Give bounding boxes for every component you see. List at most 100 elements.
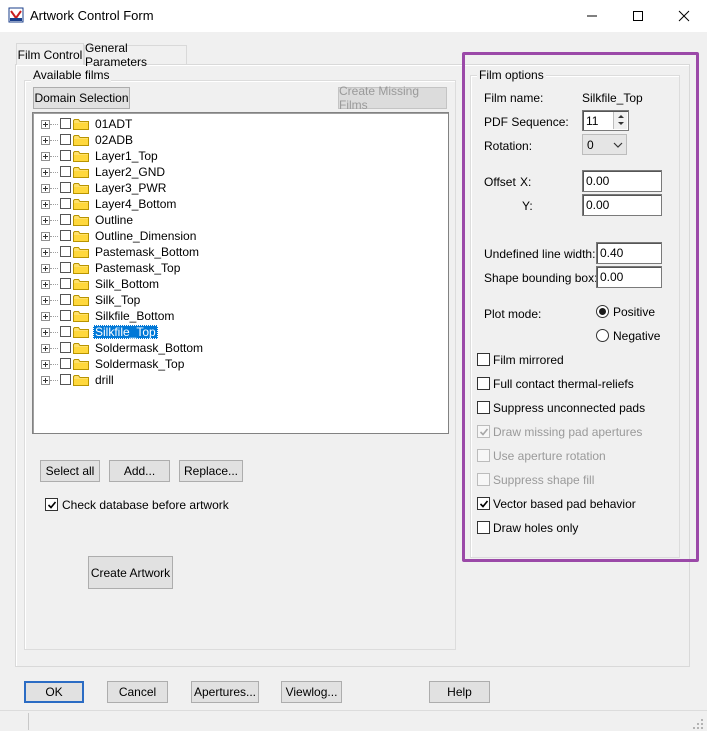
tree-connector bbox=[50, 220, 58, 221]
folder-icon bbox=[73, 166, 89, 178]
folder-icon bbox=[73, 134, 89, 146]
available-films-label: Available films bbox=[31, 68, 112, 82]
film-label: 02ADB bbox=[95, 133, 134, 147]
films-tree[interactable]: 01ADT 02ADB Layer1_Top Layer2_GND Layer3_PWR… bbox=[32, 112, 449, 434]
folder-icon bbox=[73, 198, 89, 210]
film-tree-item[interactable]: Soldermask_Top bbox=[33, 356, 433, 372]
film-checkbox[interactable] bbox=[60, 374, 71, 385]
check-database-label: Check database before artwork bbox=[62, 498, 229, 512]
tree-connector bbox=[50, 300, 58, 301]
film-checkbox[interactable] bbox=[60, 214, 71, 225]
film-checkbox[interactable] bbox=[60, 294, 71, 305]
viewlog-button[interactable]: Viewlog... bbox=[281, 681, 342, 703]
maximize-button[interactable] bbox=[615, 0, 661, 32]
replace-button[interactable]: Replace... bbox=[179, 460, 243, 482]
folder-icon bbox=[73, 374, 89, 386]
film-checkbox[interactable] bbox=[60, 134, 71, 145]
expand-icon[interactable] bbox=[41, 280, 50, 289]
resize-grip-icon[interactable] bbox=[692, 718, 704, 730]
folder-icon bbox=[73, 294, 89, 306]
expand-icon[interactable] bbox=[41, 120, 50, 129]
create-missing-films-button[interactable]: Create Missing Films bbox=[338, 84, 447, 112]
film-tree-item[interactable]: Layer1_Top bbox=[33, 148, 433, 164]
film-label: Silkfile_Bottom bbox=[95, 309, 175, 323]
help-button[interactable]: Help bbox=[429, 681, 490, 703]
film-tree-item[interactable]: Soldermask_Bottom bbox=[33, 340, 433, 356]
film-tree-item[interactable]: 01ADT bbox=[33, 116, 433, 132]
folder-icon bbox=[73, 150, 89, 162]
film-tree-item[interactable]: Layer4_Bottom bbox=[33, 196, 433, 212]
film-tree-item[interactable]: Outline bbox=[33, 212, 433, 228]
film-checkbox[interactable] bbox=[60, 246, 71, 257]
film-checkbox[interactable] bbox=[60, 198, 71, 209]
expand-icon[interactable] bbox=[41, 200, 50, 209]
folder-icon bbox=[73, 182, 89, 194]
status-bar-divider bbox=[28, 713, 29, 730]
folder-icon bbox=[73, 246, 89, 258]
film-tree-item[interactable]: Layer3_PWR bbox=[33, 180, 433, 196]
close-button[interactable] bbox=[661, 0, 707, 32]
film-checkbox[interactable] bbox=[60, 262, 71, 273]
film-label: Layer1_Top bbox=[95, 149, 158, 163]
check-database-checkbox[interactable] bbox=[45, 498, 58, 511]
tab-general-parameters[interactable]: General Parameters bbox=[84, 41, 187, 69]
film-tree-item[interactable]: Silk_Top bbox=[33, 292, 433, 308]
film-checkbox[interactable] bbox=[60, 358, 71, 369]
film-label: Pastemask_Bottom bbox=[95, 245, 200, 259]
cancel-button[interactable]: Cancel bbox=[107, 681, 168, 703]
film-tree-item[interactable]: Silkfile_Top bbox=[33, 324, 433, 340]
expand-icon[interactable] bbox=[41, 344, 50, 353]
film-checkbox[interactable] bbox=[60, 326, 71, 337]
tree-connector bbox=[50, 124, 58, 125]
film-checkbox[interactable] bbox=[60, 182, 71, 193]
film-checkbox[interactable] bbox=[60, 166, 71, 177]
window-title: Artwork Control Form bbox=[30, 8, 154, 23]
film-tree-item[interactable]: Outline_Dimension bbox=[33, 228, 433, 244]
select-all-button[interactable]: Select all bbox=[40, 460, 100, 482]
film-label: Outline bbox=[95, 213, 134, 227]
film-label: drill bbox=[95, 373, 114, 387]
expand-icon[interactable] bbox=[41, 232, 50, 241]
film-tree-item[interactable]: Silk_Bottom bbox=[33, 276, 433, 292]
create-artwork-button[interactable]: Create Artwork bbox=[88, 556, 173, 589]
expand-icon[interactable] bbox=[41, 312, 50, 321]
expand-icon[interactable] bbox=[41, 248, 50, 257]
film-tree-item[interactable]: Layer2_GND bbox=[33, 164, 433, 180]
expand-icon[interactable] bbox=[41, 152, 50, 161]
film-checkbox[interactable] bbox=[60, 342, 71, 353]
film-label: Layer4_Bottom bbox=[95, 197, 177, 211]
expand-icon[interactable] bbox=[41, 184, 50, 193]
film-tree-item[interactable]: Pastemask_Top bbox=[33, 260, 433, 276]
film-checkbox[interactable] bbox=[60, 278, 71, 289]
expand-icon[interactable] bbox=[41, 328, 50, 337]
add-button[interactable]: Add... bbox=[109, 460, 170, 482]
film-checkbox[interactable] bbox=[60, 150, 71, 161]
expand-icon[interactable] bbox=[41, 216, 50, 225]
minimize-button[interactable] bbox=[569, 0, 615, 32]
expand-icon[interactable] bbox=[41, 264, 50, 273]
film-checkbox[interactable] bbox=[60, 118, 71, 129]
expand-icon[interactable] bbox=[41, 168, 50, 177]
film-checkbox[interactable] bbox=[60, 230, 71, 241]
tree-connector bbox=[50, 332, 58, 333]
film-checkbox[interactable] bbox=[60, 310, 71, 321]
film-tree-item[interactable]: 02ADB bbox=[33, 132, 433, 148]
film-tree-item[interactable]: Pastemask_Bottom bbox=[33, 244, 433, 260]
tree-connector bbox=[50, 156, 58, 157]
expand-icon[interactable] bbox=[41, 296, 50, 305]
expand-icon[interactable] bbox=[41, 360, 50, 369]
ok-button[interactable]: OK bbox=[24, 681, 84, 703]
film-tree-item[interactable]: Silkfile_Bottom bbox=[33, 308, 433, 324]
folder-icon bbox=[73, 342, 89, 354]
folder-icon bbox=[73, 230, 89, 242]
tree-connector bbox=[50, 316, 58, 317]
film-label: Soldermask_Top bbox=[95, 357, 185, 371]
apertures-button[interactable]: Apertures... bbox=[191, 681, 259, 703]
film-tree-item[interactable]: drill bbox=[33, 372, 433, 388]
film-label: Pastemask_Top bbox=[95, 261, 181, 275]
folder-icon bbox=[73, 310, 89, 322]
domain-selection-button[interactable]: Domain Selection bbox=[33, 87, 130, 109]
expand-icon[interactable] bbox=[41, 136, 50, 145]
tab-film-control[interactable]: Film Control bbox=[16, 43, 84, 65]
expand-icon[interactable] bbox=[41, 376, 50, 385]
